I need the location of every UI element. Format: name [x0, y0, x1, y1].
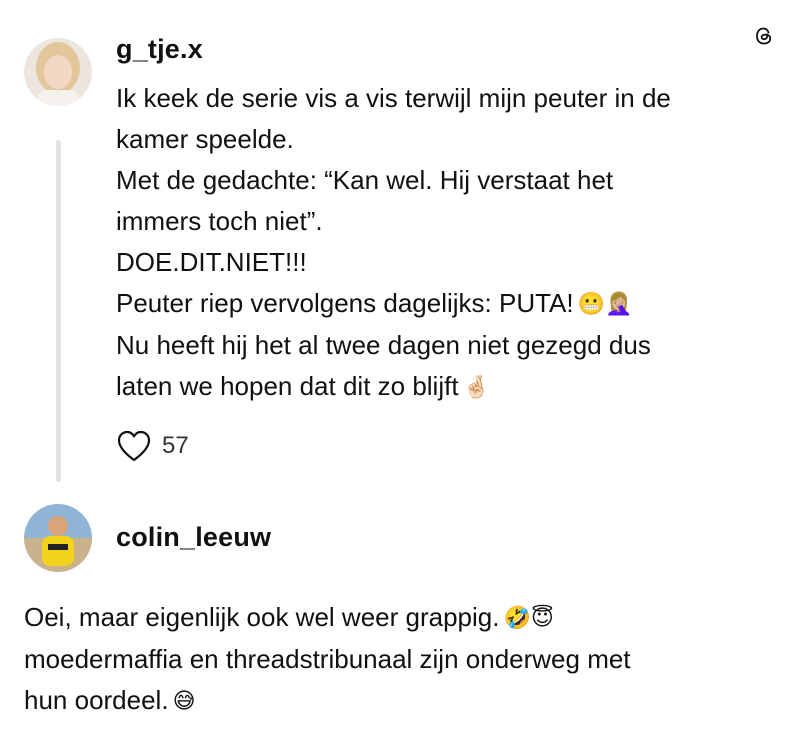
reply-text-fragment: Oei, maar eigenlijk ook wel weer grappig… [24, 602, 500, 632]
post-text-line: kamer speelde. [116, 124, 294, 154]
reply-username[interactable]: colin_leeuw [116, 522, 271, 553]
post-text-line: Met de gedachte: “Kan wel. Hij verstaat … [116, 165, 614, 195]
avatar[interactable] [24, 38, 92, 106]
laughing-angel-emoji: 🤣😇 [503, 606, 554, 631]
post-text-line: Nu heeft hij het al twee dagen niet geze… [116, 330, 651, 360]
reply-text-fragment: hun oordeel. [24, 685, 169, 715]
post-text-fragment: laten we hopen dat dit zo blijft [116, 371, 459, 401]
post-text-line: DOE.DIT.NIET!!! [116, 247, 307, 277]
reply-text: Oei, maar eigenlijk ook wel weer grappig… [24, 597, 784, 722]
avatar-photo-icon [24, 504, 92, 572]
reply-text-line: hun oordeel. 😅 [24, 680, 784, 722]
thread-connector-line [56, 140, 61, 482]
avatar-photo-icon [24, 38, 92, 106]
post-text: Ik keek de serie vis a vis terwijl mijn … [116, 78, 776, 408]
heart-outline-icon[interactable] [116, 429, 152, 463]
threads-logo-icon[interactable] [754, 26, 774, 46]
post-text-fragment: Peuter riep vervolgens dagelijks: PUTA! [116, 288, 574, 318]
grimace-facepalm-emoji: 😬🤦🏼‍♀️ [577, 292, 633, 317]
reply-text-line: Oei, maar eigenlijk ook wel weer grappig… [24, 597, 784, 639]
like-count: 57 [162, 432, 189, 459]
thread-view: g_tje.x Ik keek de serie vis a vis terwi… [0, 0, 800, 738]
avatar[interactable] [24, 504, 92, 572]
reply-text-line: moedermaffia en threadstribunaal zijn on… [24, 644, 631, 674]
post-text-line: immers toch niet”. [116, 206, 323, 236]
post-text-line: Ik keek de serie vis a vis terwijl mijn … [116, 83, 671, 113]
post-username[interactable]: g_tje.x [116, 34, 203, 65]
sweat-smile-emoji: 😅 [172, 689, 196, 714]
post-text-line: Peuter riep vervolgens dagelijks: PUTA! 😬… [116, 283, 776, 325]
crossed-fingers-emoji: 🤞🏻 [462, 375, 490, 400]
like-row: 57 [116, 428, 189, 464]
post-text-line: laten we hopen dat dit zo blijft 🤞🏻 [116, 366, 776, 408]
